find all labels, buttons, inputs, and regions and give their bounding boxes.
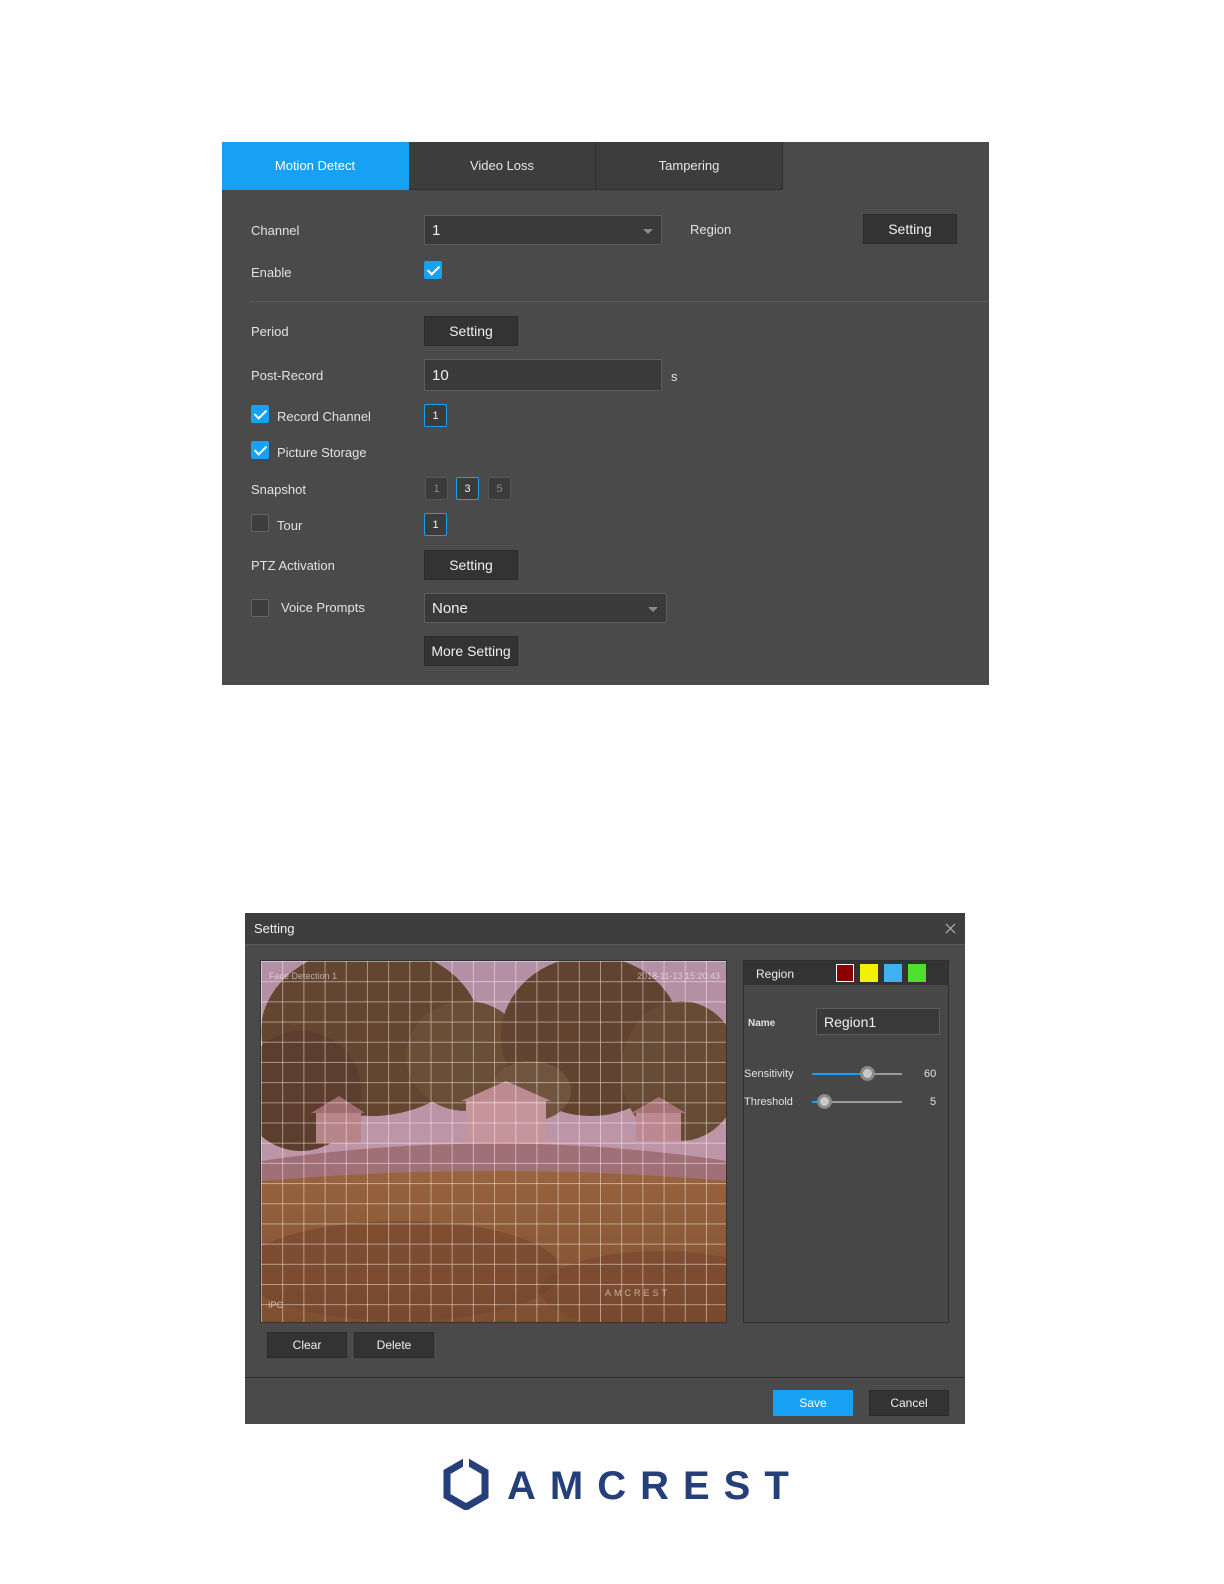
tab-video-loss[interactable]: Video Loss <box>409 142 596 190</box>
record-channel-label: Record Channel <box>277 409 371 424</box>
region-color-yellow[interactable] <box>860 964 878 982</box>
record-channel-1[interactable]: 1 <box>424 404 447 427</box>
sensitivity-slider-handle[interactable] <box>860 1066 875 1081</box>
region-color-red[interactable] <box>836 964 854 982</box>
osd-channel-name: Face Detection 1 <box>269 971 338 981</box>
dialog-footer-divider <box>245 1377 965 1378</box>
sensitivity-fill <box>812 1073 867 1075</box>
osd-timestamp: 2018-11-13 15:20:43 <box>637 971 720 981</box>
picture-storage-label: Picture Storage <box>277 445 367 460</box>
record-channel-checkbox[interactable] <box>251 405 269 423</box>
chevron-down-icon <box>648 607 658 612</box>
osd-watermark: AMCREST <box>604 1288 670 1298</box>
period-setting-button[interactable]: Setting <box>424 316 518 346</box>
osd-label: IPC <box>268 1300 284 1310</box>
region-settings-panel: Region Name Region1 Sensitivity 60 Thres… <box>743 960 949 1323</box>
clear-button[interactable]: Clear <box>267 1332 347 1358</box>
threshold-value: 5 <box>930 1096 937 1108</box>
voice-prompts-checkbox[interactable] <box>251 599 269 617</box>
post-record-input[interactable]: 10 <box>424 359 662 391</box>
tour-checkbox[interactable] <box>251 514 269 532</box>
region-setting-button[interactable]: Setting <box>863 214 957 244</box>
sensitivity-label: Sensitivity <box>744 1068 794 1080</box>
region-color-green[interactable] <box>908 964 926 982</box>
channel-select[interactable]: 1 <box>424 215 662 245</box>
snapshot-channel-5[interactable]: 5 <box>488 477 511 500</box>
channel-value: 1 <box>432 221 441 239</box>
region-title: Region <box>756 967 795 981</box>
motion-detect-panel: Motion Detect Video Loss Tampering Chann… <box>222 142 989 685</box>
region-name-input[interactable]: Region1 <box>816 1008 940 1035</box>
picture-storage-checkbox[interactable] <box>251 441 269 459</box>
tab-tampering[interactable]: Tampering <box>596 142 783 190</box>
tour-label: Tour <box>277 518 303 533</box>
section-divider <box>250 301 989 302</box>
threshold-slider-handle[interactable] <box>817 1094 832 1109</box>
dialog-title: Setting <box>254 921 295 936</box>
snapshot-channel-1[interactable]: 1 <box>425 477 448 500</box>
sensitivity-value: 60 <box>924 1068 937 1080</box>
setting-dialog: Setting Face Detection 1 2018-11-13 15:2… <box>245 913 965 1424</box>
post-record-label: Post-Record <box>251 368 324 383</box>
video-preview[interactable]: Face Detection 1 2018-11-13 15:20:43 IPC… <box>260 960 727 1323</box>
amcrest-wordmark: AMCREST <box>507 1464 803 1508</box>
voice-prompts-select[interactable]: None <box>424 593 667 623</box>
amcrest-logo: AMCREST <box>443 1458 789 1512</box>
save-button[interactable]: Save <box>773 1390 853 1416</box>
name-label: Name <box>748 1018 776 1029</box>
snapshot-channel-3[interactable]: 3 <box>456 477 479 500</box>
dialog-header: Setting <box>245 913 965 945</box>
tab-motion-detect[interactable]: Motion Detect <box>222 142 409 190</box>
period-label: Period <box>251 324 289 339</box>
delete-button[interactable]: Delete <box>354 1332 434 1358</box>
more-setting-button[interactable]: More Setting <box>424 636 518 666</box>
amcrest-hexagon-icon <box>443 1458 489 1510</box>
channel-label: Channel <box>251 223 300 238</box>
voice-prompts-label: Voice Prompts <box>281 600 365 615</box>
event-tabs: Motion Detect Video Loss Tampering <box>222 142 783 190</box>
region-label: Region <box>690 222 732 237</box>
ptz-setting-button[interactable]: Setting <box>424 550 518 580</box>
voice-prompts-value: None <box>432 599 468 617</box>
threshold-label: Threshold <box>744 1096 793 1108</box>
cancel-button[interactable]: Cancel <box>869 1390 949 1416</box>
enable-label: Enable <box>251 265 292 280</box>
region-color-blue[interactable] <box>884 964 902 982</box>
region-grid[interactable] <box>261 961 726 1322</box>
tour-channel-1[interactable]: 1 <box>424 513 447 536</box>
post-record-unit: s <box>671 369 678 384</box>
chevron-down-icon <box>643 229 653 234</box>
snapshot-label: Snapshot <box>251 482 306 497</box>
enable-checkbox[interactable] <box>424 261 442 279</box>
ptz-activation-label: PTZ Activation <box>251 558 335 573</box>
close-icon[interactable] <box>944 922 957 935</box>
